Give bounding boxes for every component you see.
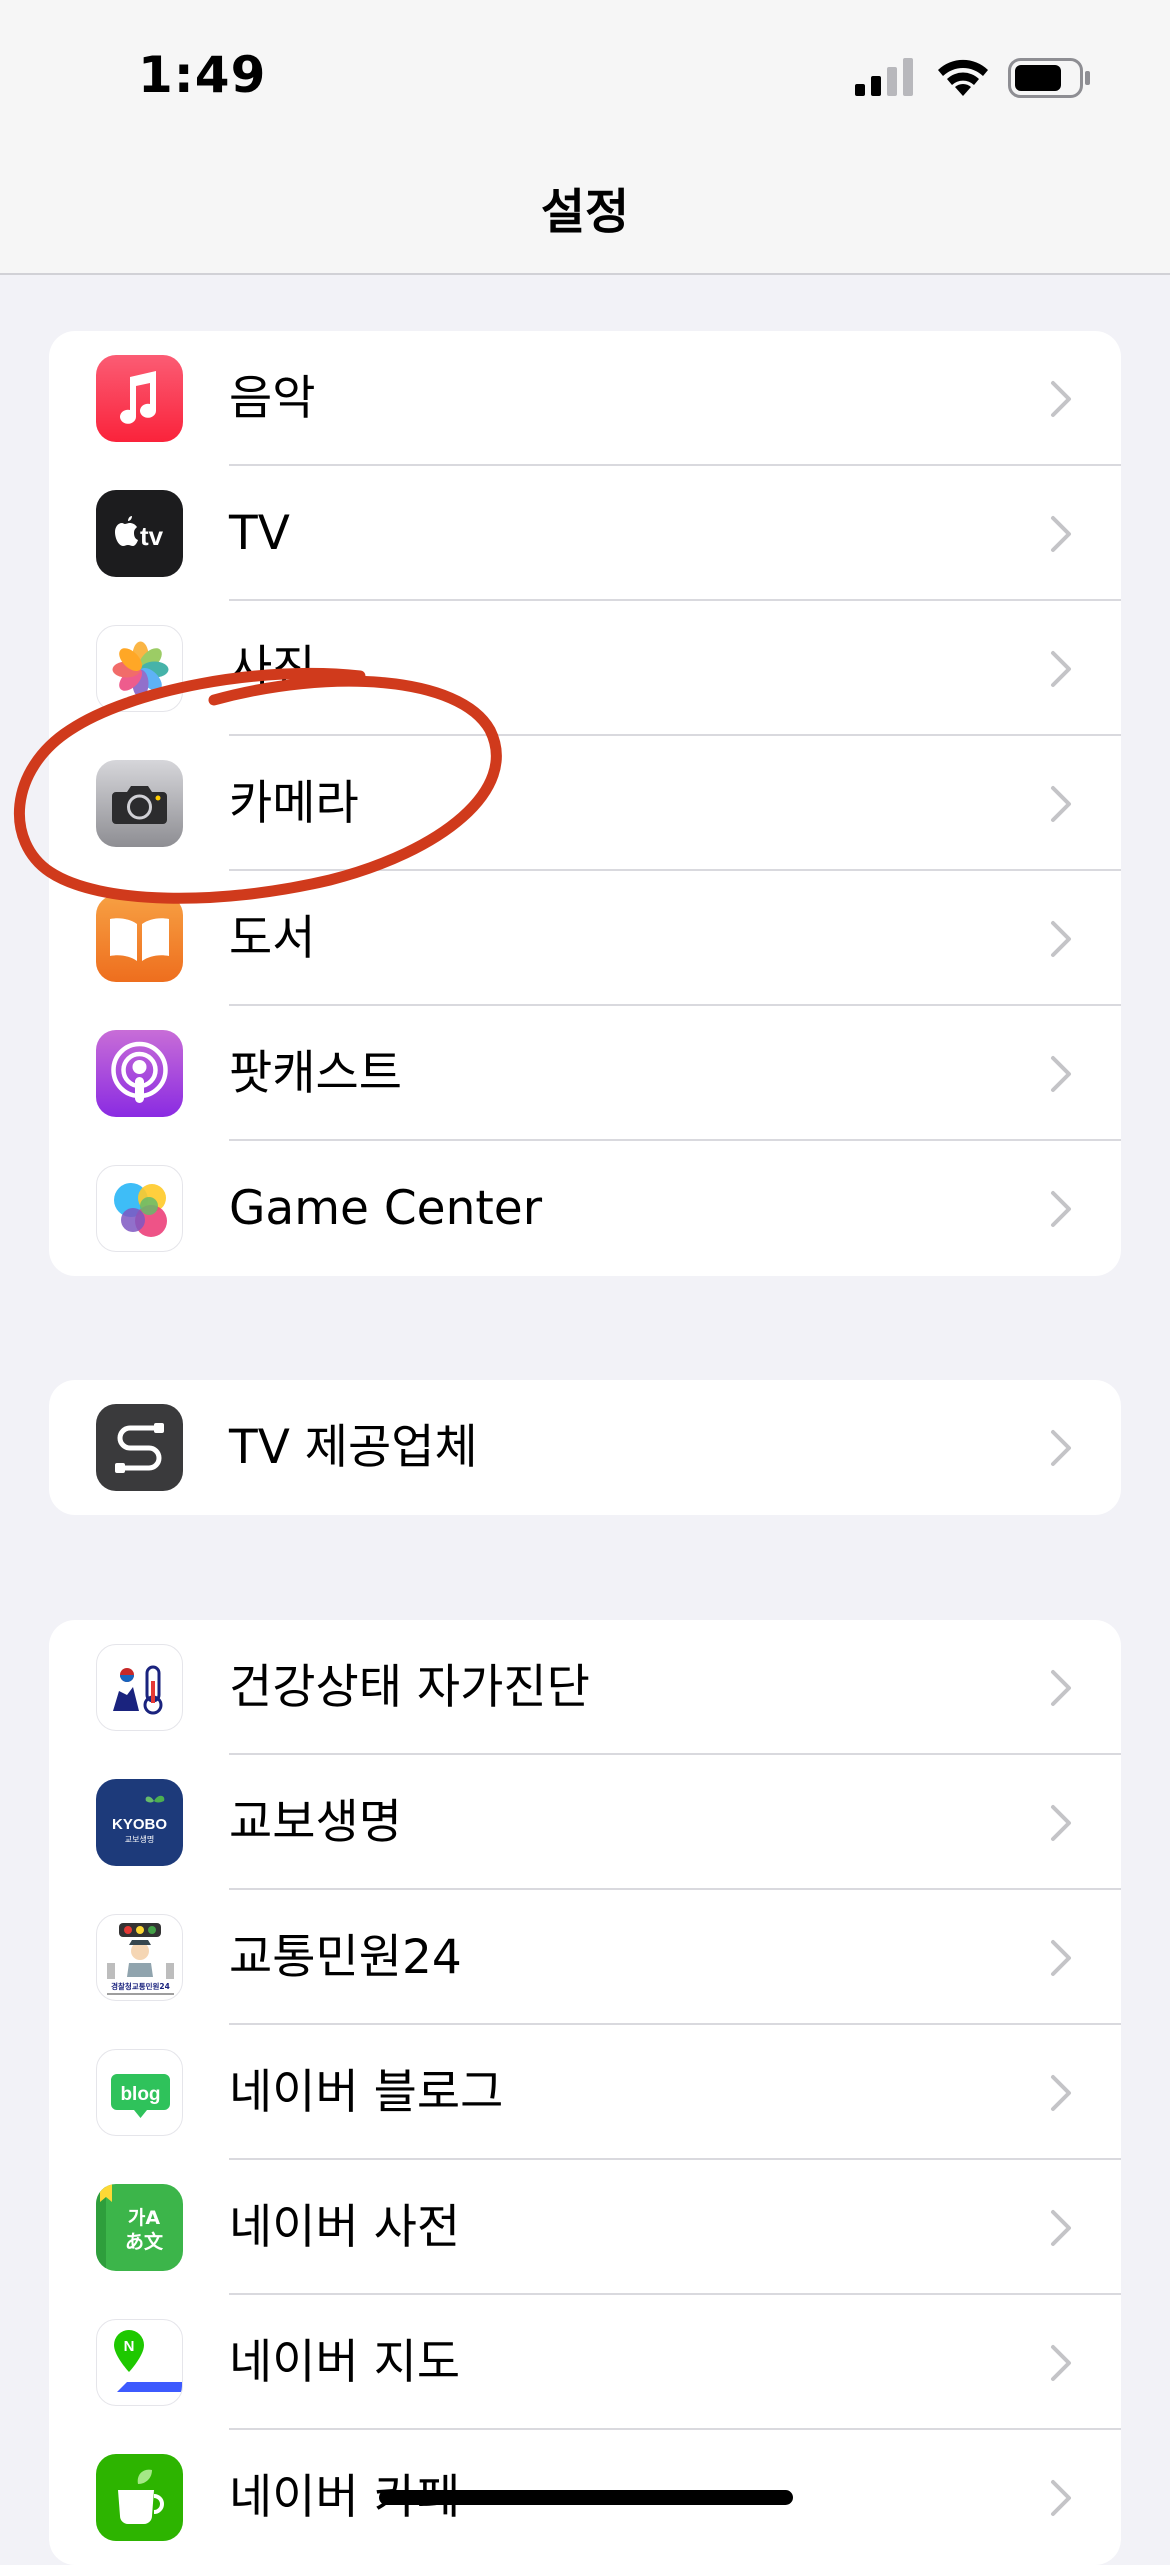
- apple-tv-icon: tv: [96, 490, 183, 577]
- chevron-right-icon: [1051, 2480, 1071, 2516]
- traffic-complaint-icon: 경찰청교통민원24: [96, 1914, 183, 2001]
- naver-dictionary-icon: 가A あ文: [96, 2184, 183, 2271]
- chevron-right-icon: [1051, 786, 1071, 822]
- settings-row-label: 네이버 지도: [229, 2335, 461, 2390]
- settings-row-label: 팟캐스트: [229, 1046, 402, 1101]
- settings-row-label: 카메라: [229, 776, 359, 831]
- chevron-right-icon: [1051, 2075, 1071, 2111]
- chevron-right-icon: [1051, 381, 1071, 417]
- settings-row-traffic-complaint[interactable]: 경찰청교통민원24 교통민원24: [49, 1890, 1121, 2025]
- chevron-right-icon: [1051, 1191, 1071, 1227]
- naver-cafe-icon: [96, 2454, 183, 2541]
- wifi-icon: [938, 59, 988, 96]
- settings-row-naver-dictionary[interactable]: 가A あ文 네이버 사전: [49, 2160, 1121, 2295]
- status-time: 1:49: [138, 46, 267, 104]
- chevron-right-icon: [1051, 1940, 1071, 1976]
- traffic-icon-text: 경찰청교통민원24: [111, 1981, 170, 1991]
- settings-row-label: 도서: [229, 911, 316, 966]
- settings-row-label: 사진: [229, 641, 316, 696]
- chevron-right-icon: [1051, 1430, 1071, 1466]
- settings-row-kyobo[interactable]: KYOBO 교보생명 교보생명: [49, 1755, 1121, 1890]
- navigation-bar: 설정: [0, 150, 1170, 275]
- tv-provider-icon: [96, 1404, 183, 1491]
- settings-row-label: TV: [229, 506, 290, 561]
- cellular-signal-icon: [855, 58, 913, 96]
- settings-row-label: 교보생명: [229, 1795, 402, 1850]
- settings-row-music[interactable]: 음악: [49, 331, 1121, 466]
- chevron-right-icon: [1051, 651, 1071, 687]
- settings-group-third-party-apps: 건강상태 자가진단 KYOBO 교보생명 교보생명 경찰청교통민원24 교통민원…: [49, 1620, 1121, 2565]
- naver-blog-icon-text: blog: [120, 2084, 160, 2105]
- chevron-right-icon: [1051, 1805, 1071, 1841]
- camera-icon: [96, 760, 183, 847]
- game-center-icon: [96, 1165, 183, 1252]
- settings-row-label: 네이버 블로그: [229, 2065, 504, 2120]
- settings-row-books[interactable]: 도서: [49, 871, 1121, 1006]
- settings-row-naver-map[interactable]: N 네이버 지도: [49, 2295, 1121, 2430]
- settings-row-camera[interactable]: 카메라: [49, 736, 1121, 871]
- settings-row-label: 건강상태 자가진단: [229, 1660, 590, 1715]
- books-icon: [96, 895, 183, 982]
- settings-row-tv[interactable]: tv TV: [49, 466, 1121, 601]
- chevron-right-icon: [1051, 2345, 1071, 2381]
- settings-row-health-selfcheck[interactable]: 건강상태 자가진단: [49, 1620, 1121, 1755]
- settings-row-game-center[interactable]: Game Center: [49, 1141, 1121, 1276]
- naver-blog-icon: blog: [96, 2049, 183, 2136]
- tv-icon-text: tv: [140, 521, 164, 551]
- chevron-right-icon: [1051, 2210, 1071, 2246]
- settings-row-podcasts[interactable]: 팟캐스트: [49, 1006, 1121, 1141]
- settings-row-tv-provider[interactable]: TV 제공업체: [49, 1380, 1121, 1515]
- chevron-right-icon: [1051, 921, 1071, 957]
- naver-dictionary-icon-text: 가A: [128, 2207, 160, 2229]
- chevron-right-icon: [1051, 1056, 1071, 1092]
- naver-dictionary-icon-subtext: あ文: [125, 2230, 164, 2253]
- kyobo-icon-subtext: 교보생명: [125, 1834, 154, 1844]
- settings-group-tv-provider: TV 제공업체: [49, 1380, 1121, 1515]
- settings-row-photos[interactable]: 사진: [49, 601, 1121, 736]
- kyobo-icon: KYOBO 교보생명: [96, 1779, 183, 1866]
- naver-map-icon-text: N: [124, 2338, 135, 2355]
- settings-row-label: 교통민원24: [229, 1930, 462, 1985]
- chevron-right-icon: [1051, 1670, 1071, 1706]
- page-title: 설정: [540, 184, 630, 240]
- battery-icon: [1008, 58, 1090, 98]
- settings-row-label: TV 제공업체: [229, 1420, 478, 1475]
- settings-row-label: 네이버 사전: [229, 2200, 461, 2255]
- settings-row-label: Game Center: [229, 1181, 543, 1236]
- chevron-right-icon: [1051, 516, 1071, 552]
- podcasts-icon: [96, 1030, 183, 1117]
- health-selfcheck-icon: [96, 1644, 183, 1731]
- settings-group-apple-apps: 음악 tv TV 사진 카메라 도서 팟캐스트 Game Center: [49, 331, 1121, 1276]
- status-bar: 1:49: [0, 0, 1170, 150]
- kyobo-icon-text: KYOBO: [112, 1816, 167, 1833]
- settings-row-label: 음악: [229, 371, 316, 426]
- photos-icon: [96, 625, 183, 712]
- naver-map-icon: N: [96, 2319, 183, 2406]
- settings-row-naver-blog[interactable]: blog 네이버 블로그: [49, 2025, 1121, 2160]
- music-icon: [96, 355, 183, 442]
- home-indicator[interactable]: [379, 2490, 793, 2505]
